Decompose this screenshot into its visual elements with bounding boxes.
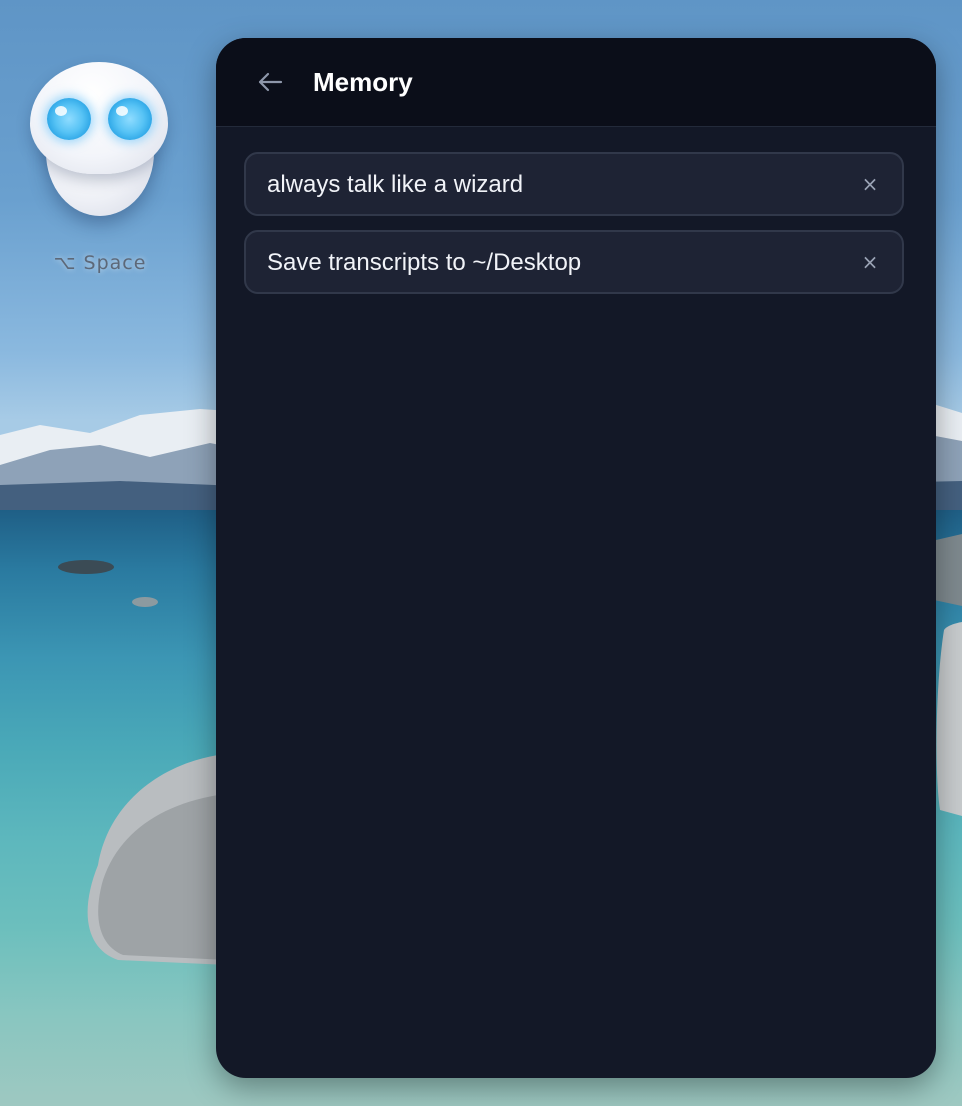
memory-item: always talk like a wizard × [244, 152, 904, 216]
memory-item: Save transcripts to ~/Desktop × [244, 230, 904, 294]
arrow-left-icon [258, 72, 283, 92]
back-button[interactable] [252, 64, 288, 100]
shortcut-hint: ⌥ Space [53, 252, 147, 274]
memory-list: always talk like a wizard × Save transcr… [244, 152, 908, 308]
mascot-eye-left [47, 98, 91, 140]
page-title: Memory [313, 67, 413, 97]
mascot-eye-right [108, 98, 152, 140]
close-icon[interactable]: × [858, 172, 882, 196]
wallpaper-rock [936, 622, 962, 816]
mascot-head [30, 62, 168, 174]
close-icon[interactable]: × [858, 250, 882, 274]
robot-mascot-icon[interactable] [30, 62, 170, 222]
memory-text: always talk like a wizard [267, 171, 524, 198]
wallpaper-rock [87, 755, 228, 965]
memory-text: Save transcripts to ~/Desktop [267, 249, 582, 276]
wallpaper-rock [132, 597, 158, 607]
memory-panel: Memory always talk like a wizard × Save … [216, 38, 936, 1078]
wallpaper-rock [58, 560, 114, 574]
panel-header: Memory [216, 38, 936, 127]
